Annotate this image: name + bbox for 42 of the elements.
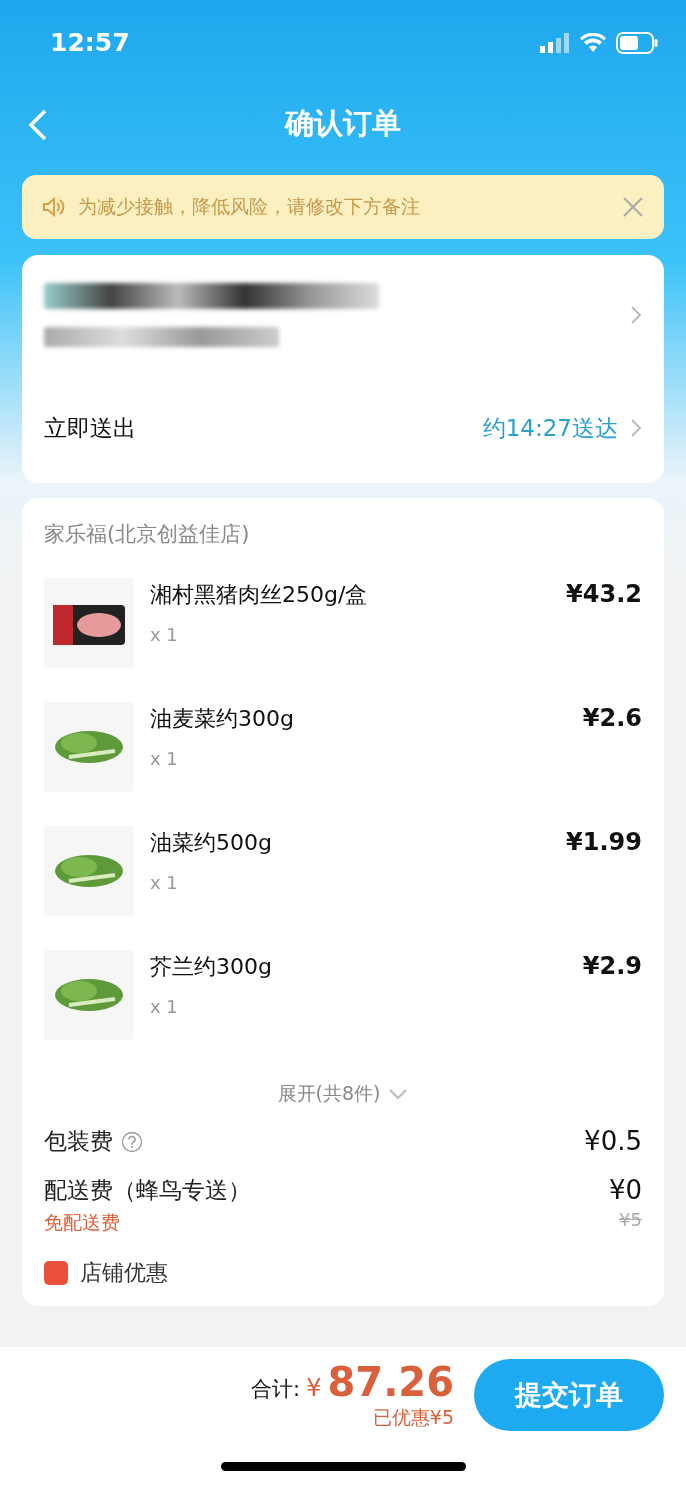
delivery-time[interactable]: 约14:27送达 xyxy=(482,412,618,444)
product-quantity: x 1 xyxy=(150,624,179,645)
product-name: 油麦菜约300g xyxy=(150,705,295,733)
page-title: 确认订单 xyxy=(285,105,401,142)
product-price: ¥2.6 xyxy=(582,703,642,732)
original-price: ¥5 xyxy=(619,1209,642,1230)
total-amount: 87.26 xyxy=(327,1359,454,1405)
help-icon[interactable] xyxy=(121,1130,143,1153)
fee-label: 包装费 xyxy=(44,1127,113,1156)
product-price: ¥43.2 xyxy=(566,579,642,608)
product-quantity: x 1 xyxy=(150,996,179,1017)
chevron-down-icon xyxy=(388,1088,409,1100)
product-name: 芥兰约300g xyxy=(150,953,273,981)
chevron-right-icon xyxy=(630,305,642,325)
product-name: 油菜约500g xyxy=(150,829,273,857)
submit-order-button[interactable]: 提交订单 xyxy=(474,1359,664,1431)
wifi-icon xyxy=(580,32,606,53)
fee-price: ¥0.5 xyxy=(584,1126,642,1156)
status-time: 12:57 xyxy=(50,28,130,57)
fee-label: 配送费（蜂鸟专送） xyxy=(44,1176,251,1205)
discount-label: 店铺优惠 xyxy=(80,1259,168,1287)
back-icon[interactable] xyxy=(28,109,48,141)
total-label: 合计: xyxy=(251,1376,301,1403)
delivery-label: 立即送出 xyxy=(44,413,136,443)
saved-amount: 已优惠¥5 xyxy=(372,1405,454,1430)
product-price: ¥1.99 xyxy=(566,827,642,856)
signal-icon xyxy=(540,32,570,53)
close-icon[interactable] xyxy=(622,196,644,218)
product-price: ¥2.9 xyxy=(582,951,642,980)
fee-price: ¥0 xyxy=(608,1175,642,1205)
coupon-icon xyxy=(44,1261,68,1285)
product-quantity: x 1 xyxy=(150,748,179,769)
battery-icon xyxy=(616,31,658,54)
expand-link[interactable]: 展开(共8件) xyxy=(277,1081,381,1107)
currency-symbol: ¥ xyxy=(306,1374,322,1402)
product-name: 湘村黑猪肉丝250g/盒 xyxy=(150,581,369,609)
product-quantity: x 1 xyxy=(150,872,179,893)
store-name: 家乐福(北京创益佳店) xyxy=(44,521,251,548)
notice-text: 为减少接触，降低风险，请修改下方备注 xyxy=(78,194,421,219)
fee-note: 免配送费 xyxy=(44,1210,121,1235)
chevron-right-icon xyxy=(630,418,642,438)
speaker-icon xyxy=(42,197,66,217)
